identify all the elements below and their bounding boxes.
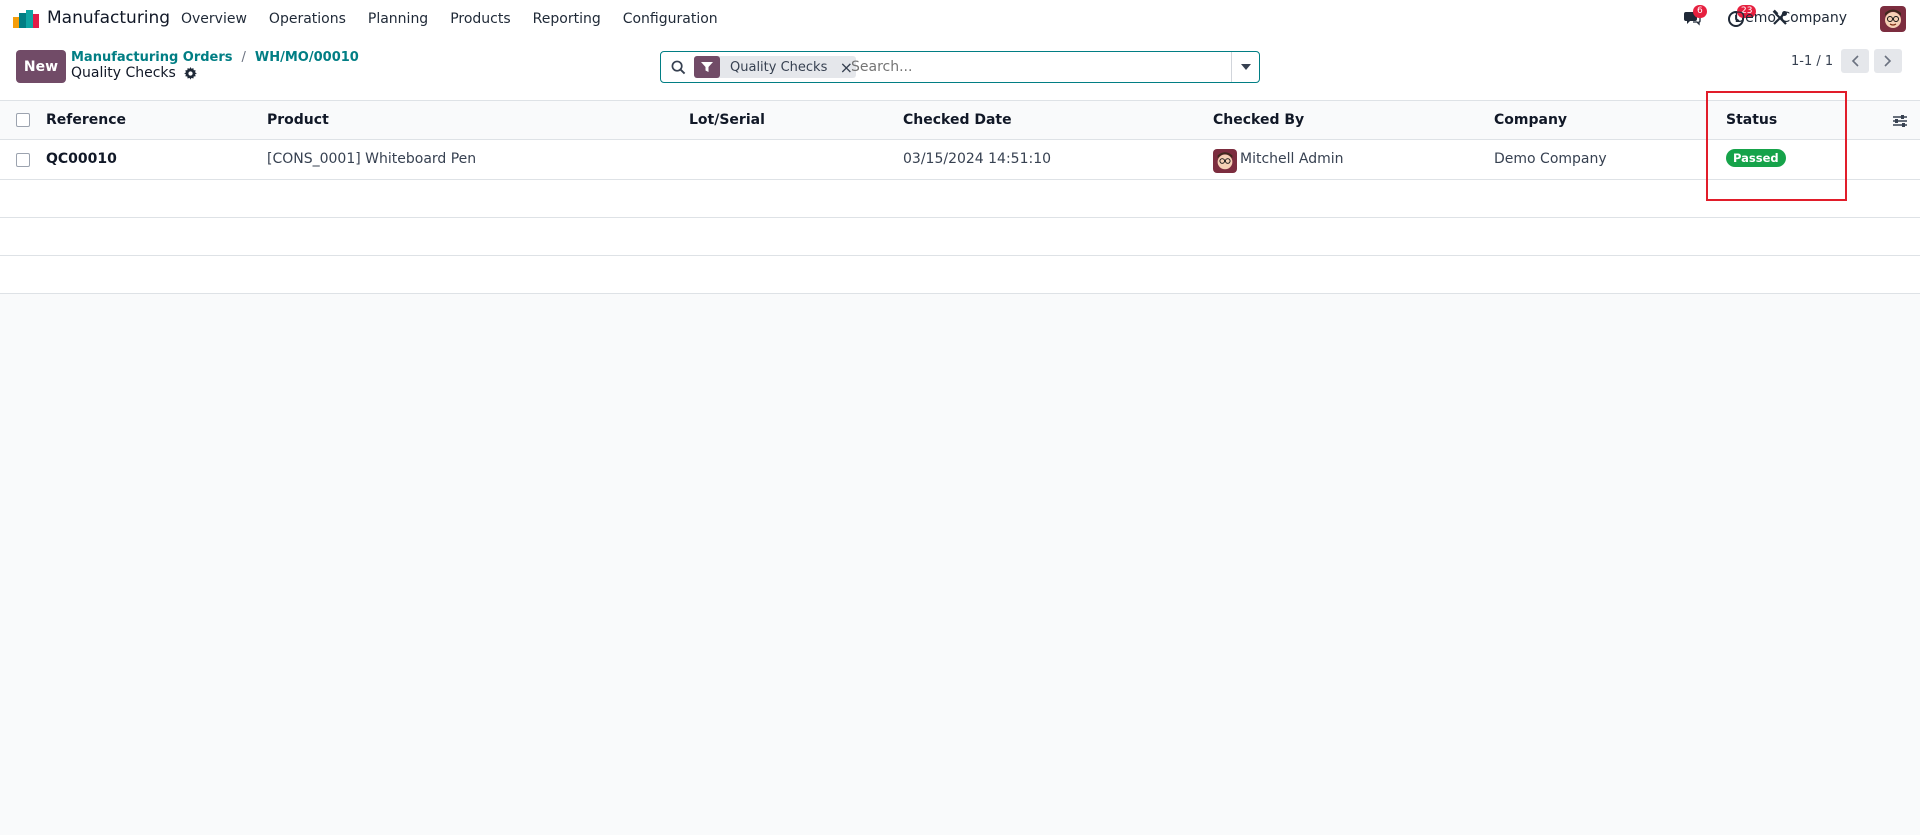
user-avatar[interactable] [1880,6,1906,32]
menu-item-operations[interactable]: Operations [258,11,357,27]
sliders-icon[interactable] [1892,113,1908,129]
cell-company: Demo Company [1494,151,1607,167]
facet-label: Quality Checks [730,59,828,75]
pager-value[interactable]: 1-1 / 1 [1791,54,1833,69]
column-header-checked-by[interactable]: Checked By [1213,112,1304,128]
column-header-reference[interactable]: Reference [46,112,126,128]
menu-item-products[interactable]: Products [439,11,521,27]
row-checkbox[interactable] [16,153,30,167]
search-options-toggle[interactable] [1231,52,1259,82]
caret-down-icon [1240,64,1251,70]
app-logo-icon[interactable] [13,10,39,28]
cell-checked-by: Mitchell Admin [1240,151,1344,167]
search-input[interactable] [851,57,1221,77]
page-title: Quality Checks [71,65,176,81]
empty-row [0,218,1920,256]
column-header-lot-serial[interactable]: Lot/Serial [689,112,765,128]
menu-item-overview[interactable]: Overview [170,11,258,27]
control-panel: New Manufacturing Orders / WH/MO/00010 Q… [0,37,1920,101]
menu-item-reporting[interactable]: Reporting [522,11,612,27]
quality-checks-list: Reference Product Lot/Serial Checked Dat… [0,101,1920,294]
search-bar: Quality Checks × [660,51,1260,83]
breadcrumb-separator: / [241,50,246,65]
top-navbar: Manufacturing Overview Operations Planni… [0,0,1920,37]
pager-next-button[interactable] [1874,49,1902,73]
messages-button[interactable]: 6 [1683,5,1707,29]
app-name[interactable]: Manufacturing [47,8,170,28]
table-row[interactable]: QC00010 [CONS_0001] Whiteboard Pen 03/15… [0,140,1920,180]
search-facet: Quality Checks × [694,56,857,78]
breadcrumb-manufacturing-orders[interactable]: Manufacturing Orders [71,50,233,65]
cell-product: [CONS_0001] Whiteboard Pen [267,151,477,167]
messages-count-badge: 6 [1693,5,1707,18]
chevron-left-icon [1851,55,1859,67]
list-header: Reference Product Lot/Serial Checked Dat… [0,101,1920,140]
column-header-checked-date[interactable]: Checked Date [903,112,1012,128]
breadcrumb: Manufacturing Orders / WH/MO/00010 [71,50,359,65]
main-menu: Overview Operations Planning Products Re… [170,0,729,37]
column-header-company[interactable]: Company [1494,112,1567,128]
select-all-checkbox[interactable] [16,113,30,127]
avatar [1213,149,1237,173]
column-header-product[interactable]: Product [267,112,329,128]
breadcrumb-mo-reference[interactable]: WH/MO/00010 [255,50,359,65]
empty-row [0,256,1920,294]
chevron-right-icon [1884,55,1892,67]
menu-item-planning[interactable]: Planning [357,11,439,27]
status-column-highlight [1706,91,1847,201]
search-icon[interactable] [671,60,686,75]
empty-row [0,180,1920,218]
gear-icon[interactable] [184,66,197,80]
menu-item-configuration[interactable]: Configuration [612,11,729,27]
company-switcher[interactable]: Demo Company [1734,10,1847,26]
systray: 6 23 Demo Company [1620,0,1920,37]
cell-reference: QC00010 [46,151,117,167]
pager-previous-button[interactable] [1841,49,1869,73]
new-button[interactable]: New [16,50,66,83]
cell-checked-date: 03/15/2024 14:51:10 [903,151,1052,167]
page-title-row: Quality Checks [71,65,197,81]
filter-icon [694,56,720,78]
